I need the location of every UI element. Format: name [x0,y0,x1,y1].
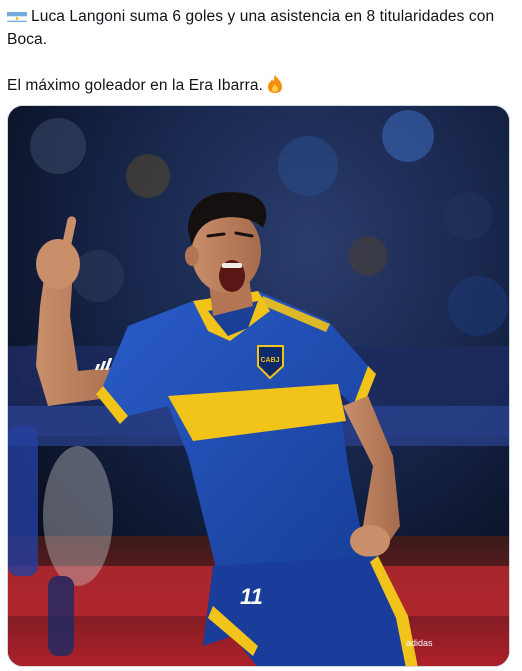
crest-text: CABJ [260,357,279,364]
fire-emoji-icon [266,74,284,94]
argentina-flag-icon [7,9,27,22]
tweet-line-2: El máximo goleador en la Era Ibarra. [7,74,519,97]
tweet-line-1: Luca Langoni suma 6 goles y una asistenc… [7,8,495,48]
sponsor-text: adidas [406,638,433,648]
celebrating-player-image: CABJ 11 adidas [8,106,509,666]
tweet-text: Luca Langoni suma 6 goles y una asistenc… [7,5,519,97]
tweet-photo[interactable]: CABJ 11 adidas [7,105,510,667]
shorts-number: 11 [240,584,263,609]
tweet: Luca Langoni suma 6 goles y una asistenc… [0,0,522,671]
